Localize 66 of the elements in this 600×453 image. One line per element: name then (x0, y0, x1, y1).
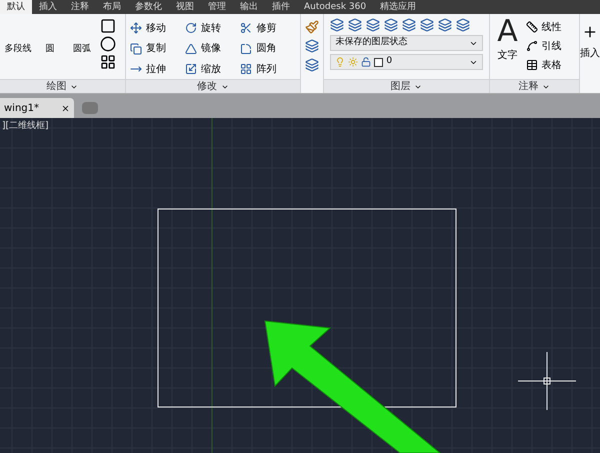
leader-icon (526, 40, 538, 52)
close-icon[interactable] (61, 104, 70, 112)
modify-tool-button[interactable]: 缩放 (185, 61, 240, 78)
table-icon (526, 59, 538, 71)
modify-tool-button[interactable]: 阵列 (240, 61, 296, 78)
fillet-icon (240, 42, 252, 55)
draw-tool-button[interactable]: 圆 (36, 18, 64, 56)
modify-tool-button[interactable]: 移动 (130, 20, 186, 36)
annotation-tool-button[interactable]: 引线 (526, 38, 562, 54)
ribbon-tab[interactable]: 管理 (201, 0, 233, 14)
ribbon-tab[interactable]: 默认 (0, 0, 32, 14)
ribbon-tab[interactable]: 参数化 (128, 0, 169, 14)
modify-tool-button[interactable]: 修剪 (240, 20, 296, 36)
panel-title[interactable]: 绘图 (46, 82, 66, 92)
ribbon-tab[interactable]: 布局 (96, 0, 128, 14)
rotate-icon (185, 22, 198, 34)
modify-tool-button[interactable]: 拉伸 (130, 61, 186, 78)
annotation-tool-button[interactable]: 表格 (526, 57, 562, 73)
layers-icon[interactable] (305, 58, 320, 72)
ribbon-tab[interactable]: 输出 (233, 0, 265, 14)
layers-icon[interactable] (305, 39, 320, 53)
ribbon-tab[interactable]: 注释 (64, 0, 96, 14)
grid-icon (240, 63, 252, 76)
circle-icon[interactable] (100, 36, 116, 52)
panel-title[interactable]: 注释 (518, 82, 538, 92)
layer-state-dropdown[interactable]: 未保存的图层状态 (330, 35, 483, 51)
annotation-tool-button[interactable]: 线性 (526, 19, 562, 35)
ribbon-tab[interactable]: Autodesk 360 (297, 0, 374, 14)
plus-icon (582, 24, 598, 40)
panel-title[interactable]: 图层 (390, 82, 410, 92)
drawn-rectangle[interactable] (158, 208, 456, 408)
sun-icon (348, 57, 358, 67)
text-tool-button[interactable]: A 文字 (494, 16, 522, 79)
viewport-label[interactable]: ][二维线框] (2, 120, 49, 134)
modify-tool-button[interactable]: 镜像 (185, 40, 240, 57)
ribbon-tab[interactable]: 插件 (265, 0, 297, 14)
layer-tool-icon[interactable] (402, 18, 416, 32)
modify-tool-button[interactable]: 复制 (130, 40, 186, 57)
file-tab[interactable]: wing1* (0, 98, 74, 118)
layer-dropdown[interactable]: 0 (330, 54, 483, 70)
layer-tool-icon[interactable] (420, 18, 434, 32)
modify-tool-button[interactable]: 圆角 (240, 40, 296, 57)
unlocked-padlock-icon (361, 57, 372, 67)
lightbulb-icon (335, 57, 346, 67)
layer-tool-icon[interactable] (456, 18, 470, 32)
ribbon-tab[interactable]: 精选应用 (373, 0, 424, 14)
panel-title[interactable]: 修改 (196, 82, 217, 92)
color-swatch (374, 58, 384, 66)
brush-icon[interactable] (305, 20, 320, 34)
layer-tool-icon[interactable] (366, 18, 380, 32)
scale-icon (185, 63, 198, 76)
layer-tool-icon[interactable] (438, 18, 452, 32)
modify-tool-button[interactable]: 旋转 (185, 20, 240, 36)
ribbon-tab[interactable]: 视图 (169, 0, 201, 14)
insert-button[interactable]: 插入 (580, 24, 600, 61)
rectangle-icon[interactable] (100, 18, 116, 34)
ribbon-tab[interactable]: 插入 (32, 0, 64, 14)
layer-tool-icon[interactable] (348, 18, 362, 32)
draw-tool-button[interactable]: 圆弧 (68, 18, 96, 56)
crosshair-cursor (518, 352, 576, 410)
copy-icon (130, 42, 142, 55)
draw-tool-button[interactable]: 多段线 (4, 18, 32, 56)
move-arrows-icon (130, 22, 142, 34)
layer-tool-icon[interactable] (384, 18, 398, 32)
layer-tool-icon[interactable] (330, 18, 344, 32)
trim-icon (240, 22, 252, 34)
